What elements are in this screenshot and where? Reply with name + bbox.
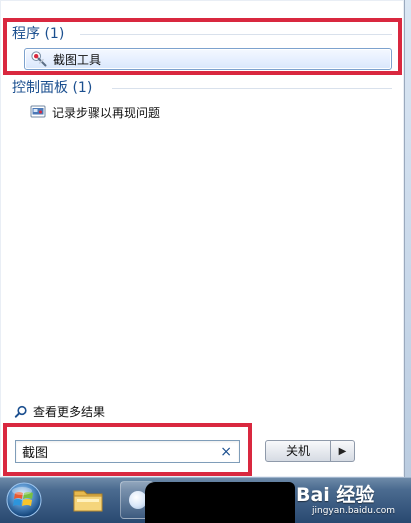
search-result-steps-recorder[interactable]: 记录步骤以再现问题 xyxy=(24,101,392,123)
section-divider-programs xyxy=(80,34,392,35)
see-more-results-label: 查看更多结果 xyxy=(33,405,106,419)
see-more-results-link[interactable]: 查看更多结果 xyxy=(14,403,105,420)
shutdown-button[interactable]: 关机 xyxy=(265,440,331,462)
shutdown-control-group: 关机 ▶ xyxy=(265,440,355,462)
screenshot-frame: 程序 (1) 截图工具 控制面板 (1) 记录步骤以再现问题 查看更多结果 截图… xyxy=(0,0,411,523)
steps-recorder-label: 记录步骤以再现问题 xyxy=(52,105,161,120)
watermark-url-text: jingyan.baidu.com xyxy=(312,506,396,516)
steps-recorder-icon xyxy=(30,105,46,118)
section-title-programs: 程序 (1) xyxy=(12,26,65,42)
baidu-jingyan-watermark: Bai 经验 jingyan.baidu.com xyxy=(296,478,404,522)
folder-icon[interactable] xyxy=(70,482,106,518)
windows-start-orb-icon[interactable] xyxy=(5,481,43,519)
section-divider-control-panel xyxy=(112,88,392,89)
search-icon xyxy=(14,405,27,418)
section-title-control-panel: 控制面板 (1) xyxy=(12,80,93,96)
watermark-main-text: Bai 经验 xyxy=(296,484,375,506)
snipping-tool-icon xyxy=(31,51,47,67)
start-search-box[interactable]: × xyxy=(15,440,240,463)
search-result-snipping-tool[interactable]: 截图工具 xyxy=(24,48,392,70)
clear-search-icon[interactable]: × xyxy=(220,443,232,461)
chevron-right-icon[interactable]: ▶ xyxy=(331,440,355,462)
start-search-input[interactable] xyxy=(22,444,212,459)
start-menu-left-pane: 程序 (1) 截图工具 控制面板 (1) 记录步骤以再现问题 查看更多结果 截图… xyxy=(0,0,405,477)
snipping-tool-label: 截图工具 xyxy=(53,52,102,67)
redacted-taskbar-area xyxy=(145,482,295,523)
